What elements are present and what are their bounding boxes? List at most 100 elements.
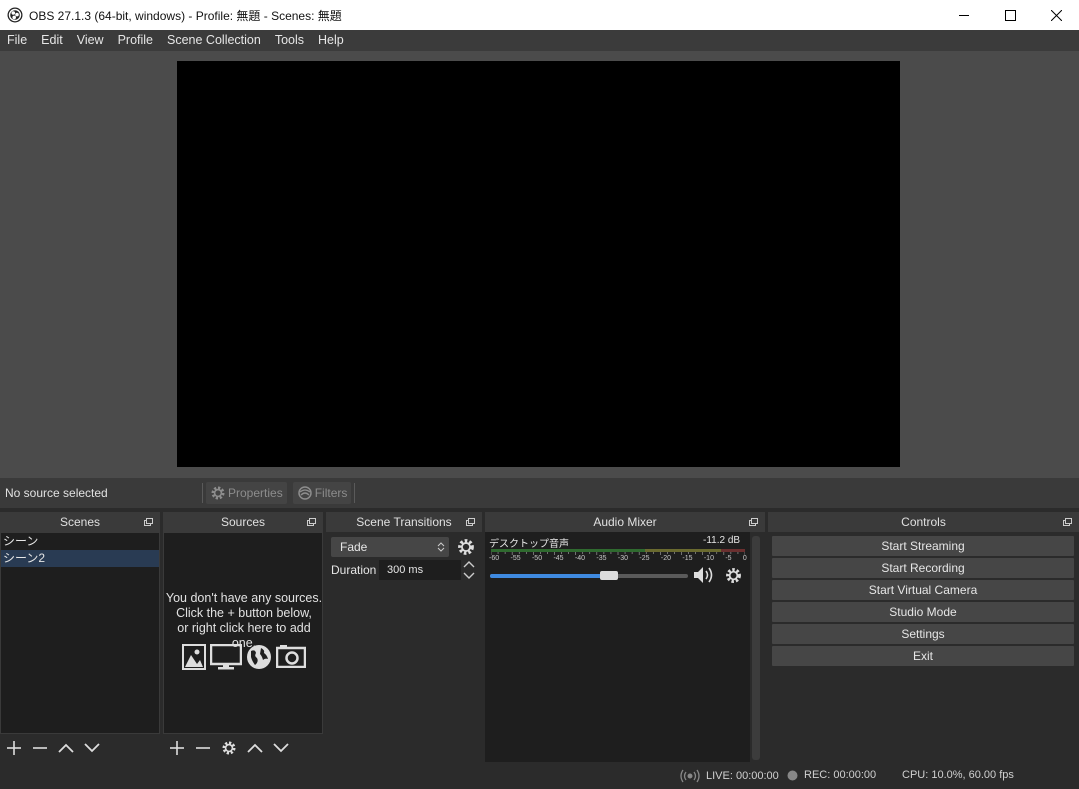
meter-scale-label: -35 xyxy=(596,555,607,562)
channel-level: -11.2 dB xyxy=(703,535,741,546)
minimize-button[interactable] xyxy=(941,0,987,30)
toolbar-separator xyxy=(354,483,356,503)
close-icon xyxy=(1050,9,1062,21)
properties-label: Properties xyxy=(228,486,283,500)
updown-icon xyxy=(437,542,445,552)
meter-scale-label: -60 xyxy=(489,555,500,562)
settings-button[interactable]: Settings xyxy=(772,624,1074,644)
scenes-dock-title: Scenes xyxy=(0,512,160,532)
mixer-title: Audio Mixer xyxy=(593,515,657,529)
rec-status: REC: 00:00:00 xyxy=(787,769,876,781)
sources-title: Sources xyxy=(220,515,266,529)
move-scene-down-button[interactable] xyxy=(79,735,105,761)
scenes-title: Scenes xyxy=(59,515,101,529)
maximize-button[interactable] xyxy=(987,0,1033,30)
title-bar: OBS 27.1.3 (64-bit, windows) - Profile: … xyxy=(0,0,1079,30)
meter-scale-label: -25 xyxy=(639,555,650,562)
duration-label: Duration xyxy=(331,563,377,577)
studio-mode-button[interactable]: Studio Mode xyxy=(772,602,1074,622)
menu-edit[interactable]: Edit xyxy=(34,30,70,51)
undock-icon[interactable] xyxy=(144,518,153,526)
minus-icon xyxy=(33,747,47,749)
window-title: OBS 27.1.3 (64-bit, windows) - Profile: … xyxy=(29,8,342,23)
scenes-toolbar xyxy=(1,735,105,761)
controls-title: Controls xyxy=(901,515,946,529)
remove-scene-button[interactable] xyxy=(27,735,53,761)
meter-scale-label: -30 xyxy=(617,555,629,562)
scenes-dock: Scenes シーン シーン2 xyxy=(0,512,160,762)
sources-dock-title: Sources xyxy=(163,512,323,532)
transitions-title: Scene Transitions xyxy=(356,515,452,529)
filters-label: Filters xyxy=(314,486,348,500)
sources-empty-message: You don't have any sources. Click the + … xyxy=(164,591,324,651)
source-toolbar: No source selected Properties Filters xyxy=(0,478,1079,508)
live-status: LIVE: 00:00:00 xyxy=(680,769,779,783)
scene-item[interactable]: シーン xyxy=(1,533,159,550)
meter-scale-label: 0 xyxy=(742,555,747,562)
meter-scale-label: -15 xyxy=(682,555,693,562)
start-virtual-camera-button[interactable]: Start Virtual Camera xyxy=(772,580,1074,600)
menu-file[interactable]: File xyxy=(0,30,34,51)
menu-view[interactable]: View xyxy=(70,30,111,51)
sources-dock: Sources You don't have any sources. Clic… xyxy=(163,512,323,762)
remove-source-button[interactable] xyxy=(190,735,216,761)
start-recording-button[interactable]: Start Recording xyxy=(772,558,1074,578)
transitions-dock: Scene Transitions Fade Duration 300 ms xyxy=(326,512,482,762)
scene-item-selected[interactable]: シーン2 xyxy=(1,550,159,567)
chevron-up-icon xyxy=(58,743,74,753)
menu-tools[interactable]: Tools xyxy=(268,30,311,51)
transition-select[interactable]: Fade xyxy=(331,537,449,557)
globe-icon xyxy=(247,645,271,669)
source-status-label: No source selected xyxy=(5,486,108,500)
audio-mixer-dock: Audio Mixer デスクトップ音声 -11.2 dB -60 -55 -50 -… xyxy=(485,512,765,762)
menu-help[interactable]: Help xyxy=(311,30,351,51)
move-scene-up-button[interactable] xyxy=(53,735,79,761)
start-streaming-button[interactable]: Start Streaming xyxy=(772,536,1074,556)
controls-dock-title: Controls xyxy=(768,512,1079,532)
toolbar-separator xyxy=(202,483,203,503)
gear-icon xyxy=(222,741,236,755)
obs-logo-icon xyxy=(7,7,23,23)
undock-icon[interactable] xyxy=(749,518,758,526)
broadcast-icon xyxy=(680,769,700,783)
empty-line: You don't have any sources. xyxy=(165,591,323,605)
scenes-list[interactable]: シーン シーン2 xyxy=(0,532,160,734)
undock-icon[interactable] xyxy=(307,518,316,526)
gear-icon xyxy=(211,486,225,500)
cpu-fps: CPU: 10.0%, 60.00 fps xyxy=(902,769,1014,781)
mixer-scrollbar[interactable] xyxy=(752,536,760,760)
move-source-up-button[interactable] xyxy=(242,735,268,761)
properties-button[interactable]: Properties xyxy=(206,482,287,504)
transition-select-value: Fade xyxy=(340,540,368,554)
exit-button[interactable]: Exit xyxy=(772,646,1074,666)
meter-scale-label: -55 xyxy=(510,555,521,562)
source-properties-button[interactable] xyxy=(216,735,242,761)
mixer-channel-area: デスクトップ音声 -11.2 dB -60 -55 -50 -45 -40 -35 -30-… xyxy=(485,532,750,762)
meter-scale: -60 -55 -50 -45 -40 -35 -30 -25 -20 -15 -10 -5 0 xyxy=(489,555,747,562)
undock-icon[interactable] xyxy=(466,518,475,526)
transition-settings-gear-icon[interactable] xyxy=(457,538,475,556)
volume-slider-fill xyxy=(490,574,609,578)
duration-input[interactable]: 300 ms xyxy=(379,560,461,580)
status-bar: LIVE: 00:00:00 REC: 00:00:00 CPU: 10.0%,… xyxy=(0,765,1079,789)
undock-icon[interactable] xyxy=(1063,518,1072,526)
minus-icon xyxy=(196,747,210,749)
channel-name: デスクトップ音声 xyxy=(489,539,569,550)
cpu-status: CPU: 10.0%, 60.00 fps xyxy=(902,769,1014,781)
duration-stepper-icon[interactable] xyxy=(461,559,477,581)
speaker-icon[interactable] xyxy=(693,566,717,584)
plus-icon xyxy=(170,741,184,755)
preview-canvas[interactable] xyxy=(177,61,900,467)
menu-scene-collection[interactable]: Scene Collection xyxy=(160,30,268,51)
filters-button[interactable]: Filters xyxy=(292,482,352,504)
menu-profile[interactable]: Profile xyxy=(111,30,160,51)
move-source-down-button[interactable] xyxy=(268,735,294,761)
meter-scale-label: -50 xyxy=(531,555,543,562)
add-scene-button[interactable] xyxy=(1,735,27,761)
close-button[interactable] xyxy=(1033,0,1079,30)
sources-list[interactable]: You don't have any sources. Click the + … xyxy=(163,532,323,734)
add-source-button[interactable] xyxy=(164,735,190,761)
menu-bar: File Edit View Profile Scene Collection … xyxy=(0,30,1079,51)
channel-settings-gear-icon[interactable] xyxy=(725,567,742,584)
volume-slider-knob[interactable] xyxy=(600,571,618,580)
